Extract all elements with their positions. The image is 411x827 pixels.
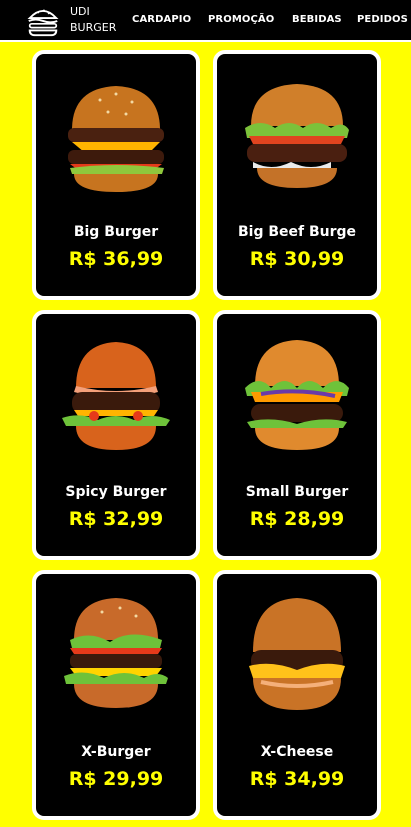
product-price: R$ 28,99 [249, 508, 345, 530]
product-card-x-burger[interactable]: X-Burger R$ 29,99 [32, 570, 200, 820]
product-card-small-burger[interactable]: Small Burger R$ 28,99 [213, 310, 381, 560]
spicy-burger-image [62, 342, 170, 450]
product-card-big-burger[interactable]: Big Burger R$ 36,99 [32, 50, 200, 300]
brand-line-2: BURGER [70, 21, 117, 34]
brand-line-1: UDI [70, 5, 90, 18]
beef-burger-image [245, 84, 349, 188]
product-card-big-beef-burge[interactable]: Big Beef Burge R$ 30,99 [213, 50, 381, 300]
product-name: Big Beef Burge [237, 224, 357, 240]
product-card-spicy-burger[interactable]: Spicy Burger R$ 32,99 [32, 310, 200, 560]
product-price: R$ 34,99 [249, 768, 345, 790]
brand-name[interactable]: UDI BURGER [70, 4, 116, 36]
burger-logo-icon[interactable] [24, 2, 62, 38]
product-price: R$ 36,99 [68, 248, 164, 270]
navbar: UDI BURGER CARDAPIO PROMOÇÃO BEBIDAS PED… [0, 0, 411, 42]
double-burger-image [68, 86, 164, 192]
nav-link-bebidas[interactable]: BEBIDAS [292, 14, 342, 25]
product-price: R$ 32,99 [68, 508, 164, 530]
product-card-x-cheese[interactable]: X-Cheese R$ 34,99 [213, 570, 381, 820]
product-name: Big Burger [73, 224, 159, 240]
product-name: Small Burger [245, 484, 349, 500]
nav-link-pedidos[interactable]: PEDIDOS [357, 14, 408, 25]
product-name: X-Cheese [260, 744, 334, 760]
product-price: R$ 30,99 [249, 248, 345, 270]
x-cheese-image [249, 598, 345, 710]
x-burger-image [64, 598, 168, 708]
product-price: R$ 29,99 [68, 768, 164, 790]
small-burger-image [245, 340, 349, 450]
nav-link-promocao[interactable]: PROMOÇÃO [208, 14, 274, 25]
product-name: X-Burger [81, 744, 151, 760]
nav-link-cardapio[interactable]: CARDAPIO [132, 14, 191, 25]
product-name: Spicy Burger [65, 484, 167, 500]
